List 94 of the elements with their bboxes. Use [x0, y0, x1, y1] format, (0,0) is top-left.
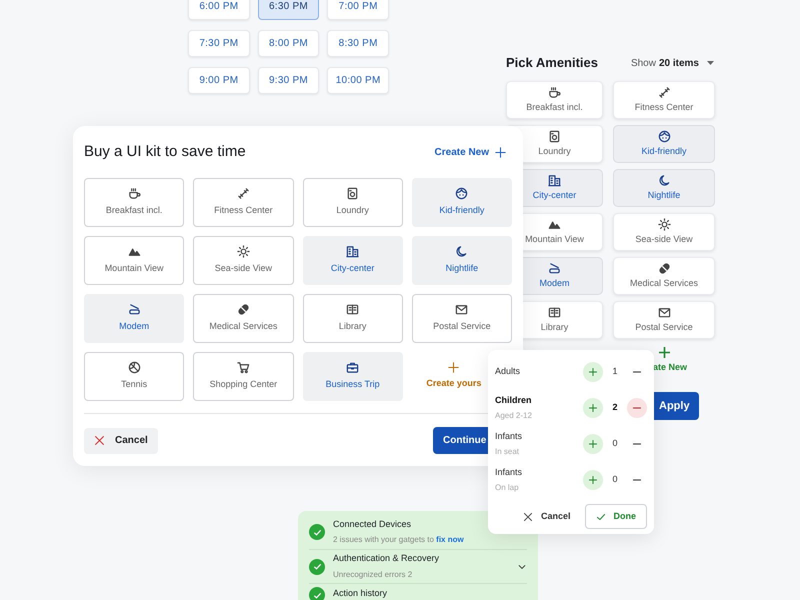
time-slot-button[interactable]: 9:00 PM — [188, 67, 250, 94]
amenity-option[interactable]: Nightlife — [613, 169, 715, 207]
plus-icon — [659, 347, 670, 358]
guest-count: 1 — [611, 365, 618, 378]
caret-icon — [707, 60, 714, 66]
dumbbell-icon — [236, 187, 250, 200]
briefcase-icon — [346, 361, 360, 374]
pill-icon — [236, 303, 250, 316]
sun-icon — [658, 218, 670, 231]
item-title: Action history — [333, 587, 388, 600]
increment-button[interactable] — [583, 434, 603, 454]
cup-icon — [548, 86, 561, 99]
increment-button[interactable] — [583, 362, 603, 382]
plus-icon — [588, 475, 598, 485]
time-slot-button[interactable]: 6:30 PM — [258, 0, 320, 20]
moon-icon — [658, 174, 670, 187]
fix-now-link[interactable]: fix now — [436, 535, 464, 544]
time-slot-button[interactable]: 6:00 PM — [188, 0, 250, 20]
envelope-icon — [455, 303, 468, 316]
cart-icon — [236, 361, 250, 374]
washing-machine-icon — [548, 130, 561, 143]
amenity-option[interactable]: Nightlife — [412, 236, 512, 285]
item-description: 2 issues with your gatgets to fix now — [333, 534, 465, 546]
time-slot-button[interactable]: 7:30 PM — [188, 30, 250, 57]
dumbbell-icon — [658, 86, 670, 99]
guest-type-label: Adults — [495, 365, 522, 378]
item-description: Unrecognized errors 2 — [333, 568, 414, 581]
guest-type-label: Infants — [495, 430, 524, 443]
amenity-option[interactable]: Breakfast incl. — [84, 178, 184, 227]
amenity-option[interactable]: Fitness Center — [613, 81, 715, 119]
cup-icon — [128, 187, 141, 200]
envelope-icon — [658, 306, 670, 319]
moon-icon — [455, 245, 468, 258]
guest-count: 0 — [611, 437, 618, 450]
plus-icon — [448, 362, 460, 374]
time-slot-button[interactable]: 8:00 PM — [258, 30, 320, 57]
guest-type-label: Children — [495, 394, 533, 407]
guest-count: 2 — [611, 401, 618, 414]
amenity-option[interactable]: Postal Service — [613, 301, 715, 339]
amenity-option[interactable]: City-center — [302, 236, 403, 285]
amenity-option[interactable]: Kid-friendly — [613, 125, 715, 163]
amenity-option[interactable]: Breakfast incl. — [506, 81, 603, 119]
time-slot-button[interactable]: 7:00 PM — [327, 0, 389, 20]
done-button[interactable]: Done — [584, 504, 647, 529]
dialog-title: Buy a UI kit to save time — [84, 142, 246, 162]
guest-type-hint: Aged 2-12 — [495, 410, 533, 422]
plus-icon — [588, 439, 598, 449]
plus-icon — [588, 403, 598, 413]
plus-icon — [495, 146, 506, 158]
guest-count: 0 — [611, 473, 618, 486]
amenity-option[interactable]: Modem — [84, 294, 184, 343]
plus-icon — [588, 367, 598, 377]
building-icon — [346, 245, 360, 258]
close-icon — [94, 435, 105, 446]
face-icon — [455, 187, 468, 200]
item-title: Authentication & Recovery — [333, 552, 440, 566]
washing-machine-icon — [346, 187, 360, 200]
amenity-option[interactable]: Sea-side View — [613, 213, 715, 251]
building-icon — [548, 174, 561, 187]
modem-icon — [128, 303, 141, 316]
amenity-option[interactable]: Mountain View — [84, 236, 184, 285]
modem-icon — [548, 262, 561, 275]
check-icon — [596, 512, 606, 522]
guest-type-hint: On lap — [495, 482, 520, 494]
time-slot-button[interactable]: 9:30 PM — [258, 67, 320, 94]
face-icon — [658, 130, 670, 143]
time-slot-button[interactable]: 10:00 PM — [327, 67, 389, 94]
amenity-option[interactable]: Medical Services — [613, 257, 715, 295]
amenity-option[interactable]: Postal Service — [412, 294, 512, 343]
amenity-option[interactable]: Tennis — [84, 352, 184, 401]
increment-button[interactable] — [583, 470, 603, 490]
sun-icon — [236, 245, 250, 258]
panel-title: Pick Amenities — [506, 54, 598, 72]
amenity-option[interactable]: Fitness Center — [193, 178, 294, 227]
show-items-dropdown[interactable]: Show 20 items — [630, 56, 718, 70]
create-new-link[interactable]: ate New — [653, 361, 688, 374]
amenity-option[interactable]: Sea-side View — [193, 236, 294, 285]
amenity-option[interactable]: Kid-friendly — [412, 178, 512, 227]
increment-button[interactable] — [583, 398, 603, 418]
book-icon — [346, 303, 360, 316]
book-icon — [548, 306, 561, 319]
amenity-option[interactable]: Shopping Center — [193, 352, 294, 401]
amenity-option[interactable]: Library — [302, 294, 403, 343]
amenity-option[interactable]: Loundry — [302, 178, 403, 227]
amenity-option[interactable]: Medical Services — [193, 294, 294, 343]
cancel-button[interactable]: Cancel — [522, 510, 570, 524]
time-slot-button[interactable]: 8:30 PM — [327, 30, 389, 57]
close-icon — [522, 512, 533, 522]
amenity-option[interactable]: Business Trip — [302, 352, 403, 401]
pill-icon — [658, 262, 670, 275]
guest-type-label: Infants — [495, 466, 524, 479]
item-title: Connected Devices — [333, 518, 412, 531]
cancel-button[interactable]: Cancel — [84, 428, 158, 454]
ball-icon — [128, 361, 141, 374]
